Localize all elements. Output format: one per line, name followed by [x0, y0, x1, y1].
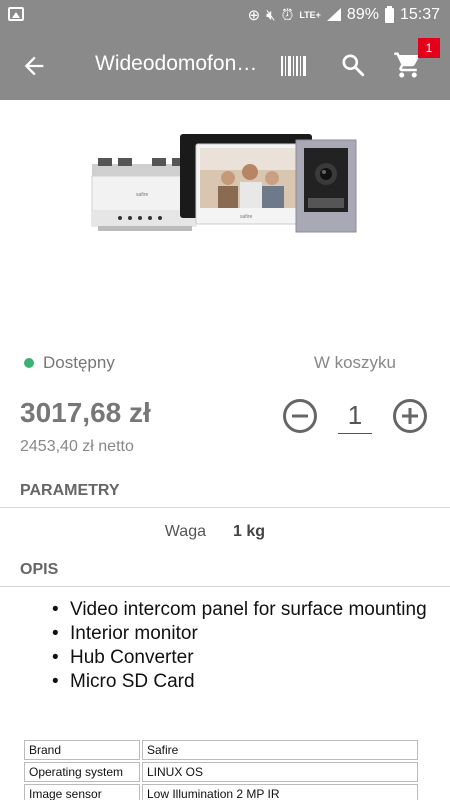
parameters-heading: PARAMETRY [20, 482, 120, 499]
mute-icon: 🔇︎ [266, 6, 276, 24]
door-station-image [295, 139, 357, 233]
table-row: Operating system LINUX OS [24, 762, 418, 782]
decrease-quantity-button[interactable] [282, 398, 318, 434]
data-saver-icon: ⊕ [247, 6, 261, 24]
back-arrow-icon[interactable] [20, 52, 48, 80]
description-list: Video intercom panel for surface mountin… [52, 598, 430, 694]
list-item: Video intercom panel for surface mountin… [52, 598, 430, 622]
spec-key: Brand [24, 740, 140, 760]
product-image[interactable]: safire safire [0, 100, 450, 330]
table-row: Brand Safire [24, 740, 418, 760]
gross-price: 3017,68 zł [20, 397, 151, 428]
table-row: Image sensor Low Illumination 2 MP IR [24, 784, 418, 800]
spec-value: LINUX OS [142, 762, 418, 782]
status-icons: ⊕ 🔇︎ ⏰︎ LTE+ 89% 15:37 [248, 0, 440, 30]
param-value: 1 kg [233, 523, 266, 540]
availability-label: Dostępny [43, 353, 115, 372]
net-price: 2453,40 zł netto [20, 438, 134, 455]
app-bar: Wideodomofon… [0, 30, 450, 100]
battery-percent: 89% [346, 6, 379, 23]
description-heading: OPIS [20, 561, 59, 578]
list-item: Hub Converter [52, 646, 430, 670]
quantity-field[interactable]: 1 [338, 398, 372, 434]
clock: 15:37 [399, 6, 440, 23]
divider [0, 507, 450, 508]
gallery-notification-icon [8, 7, 24, 21]
interior-monitor-image: safire [195, 143, 307, 225]
param-label: Waga [164, 523, 206, 540]
search-icon[interactable] [340, 52, 366, 78]
lte-indicator: LTE+ [299, 9, 321, 20]
barcode-scanner-icon[interactable] [280, 54, 308, 78]
spec-value: Safire [142, 740, 418, 760]
increase-quantity-button[interactable] [392, 398, 428, 434]
in-cart-label: W koszyku [313, 353, 396, 372]
available-dot-icon [24, 358, 34, 368]
spec-key: Image sensor [24, 784, 140, 800]
signal-icon [326, 8, 341, 22]
alarm-icon: ⏰︎ [281, 6, 294, 24]
status-bar: ⊕ 🔇︎ ⏰︎ LTE+ 89% 15:37 [0, 0, 450, 30]
spec-table: Brand Safire Operating system LINUX OS I… [22, 738, 420, 800]
battery-icon [384, 5, 394, 23]
spec-key: Operating system [24, 762, 140, 782]
svg-text:safire: safire [240, 214, 252, 220]
svg-text:safire: safire [136, 192, 148, 198]
cart-badge[interactable]: 1 [418, 38, 440, 58]
list-item: Interior monitor [52, 622, 430, 646]
divider [0, 586, 450, 587]
page-title: Wideodomofon… [95, 52, 258, 75]
spec-value: Low Illumination 2 MP IR [142, 784, 418, 800]
availability-status: Dostępny [24, 353, 115, 373]
list-item: Micro SD Card [52, 670, 430, 694]
